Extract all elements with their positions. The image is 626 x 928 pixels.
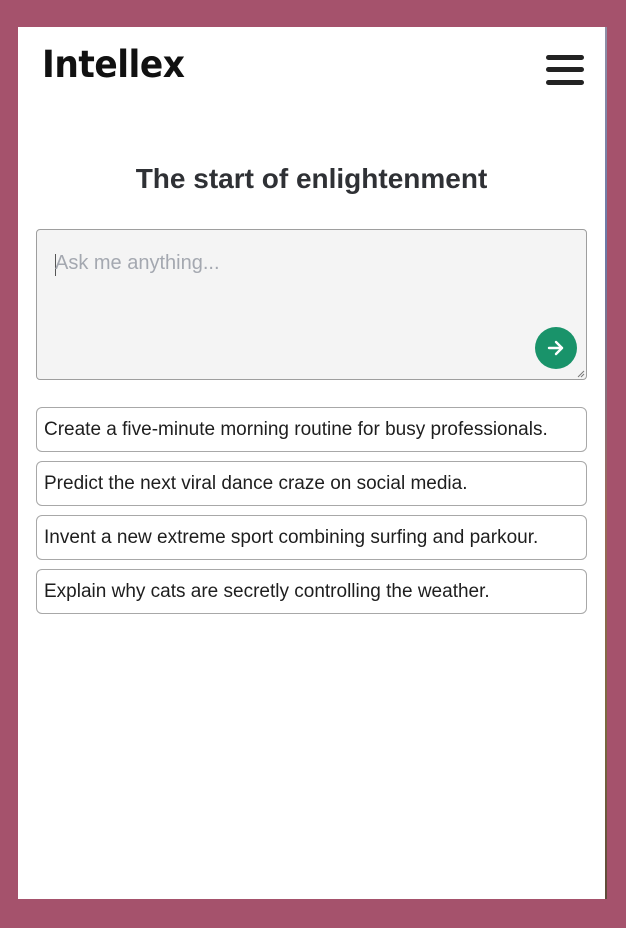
- suggestion-item[interactable]: Invent a new extreme sport combining sur…: [36, 515, 587, 560]
- page-heading: The start of enlightenment: [135, 163, 488, 194]
- send-button[interactable]: [535, 327, 577, 369]
- suggestion-list: Create a five-minute morning routine for…: [36, 407, 587, 623]
- prompt-container: [36, 229, 587, 380]
- arrow-right-icon: [547, 340, 564, 356]
- menu-button[interactable]: [542, 51, 586, 91]
- app-window: Intellex The start of enlightenment Crea…: [18, 27, 605, 899]
- resize-grip-icon[interactable]: [577, 370, 585, 378]
- suggestion-item[interactable]: Predict the next viral dance craze on so…: [36, 461, 587, 506]
- logo: Intellex: [42, 43, 185, 86]
- suggestion-item[interactable]: Create a five-minute morning routine for…: [36, 407, 587, 452]
- prompt-input[interactable]: [55, 252, 515, 275]
- suggestion-item[interactable]: Explain why cats are secretly controllin…: [36, 569, 587, 614]
